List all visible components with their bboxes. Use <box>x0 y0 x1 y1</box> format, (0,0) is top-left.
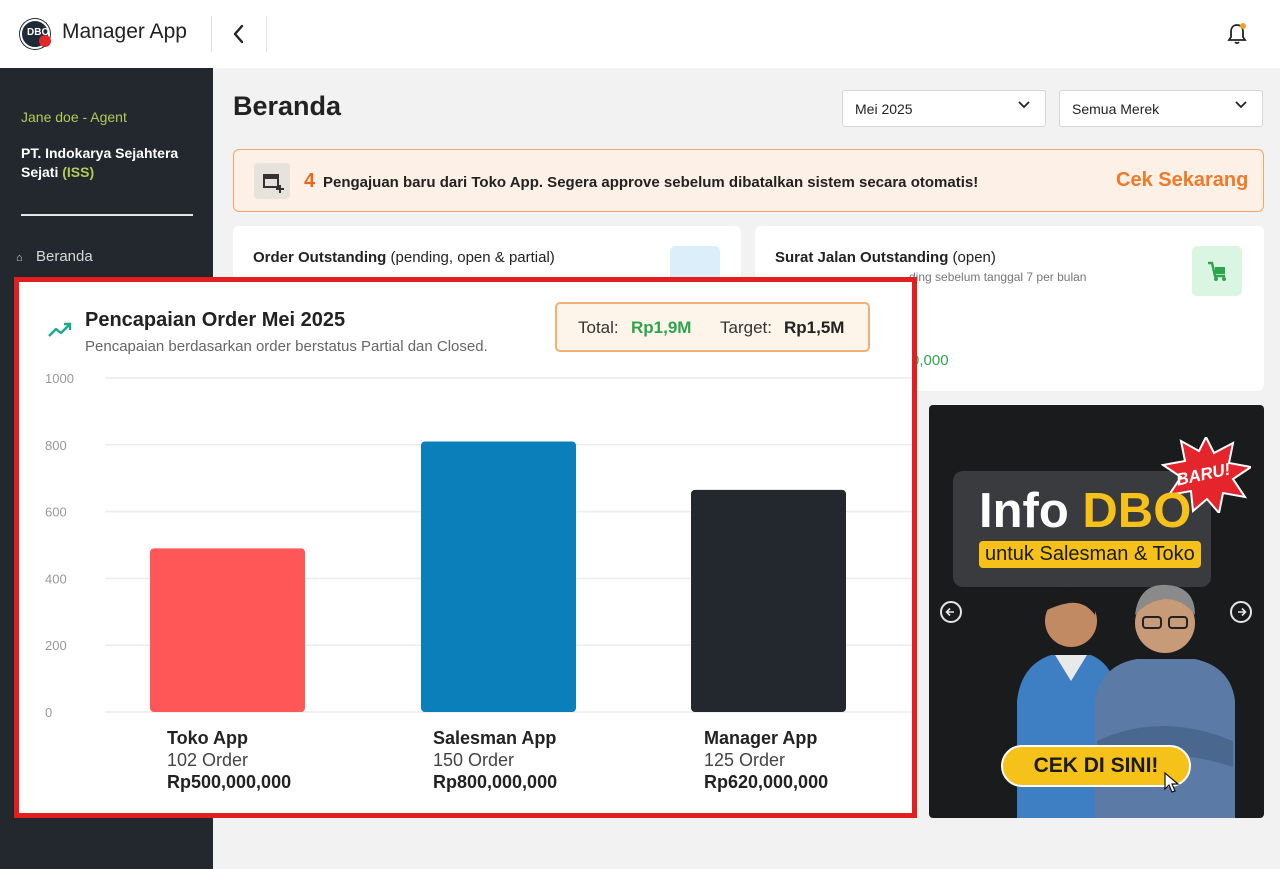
category-amount: Rp800,000,000 <box>433 772 558 792</box>
page-title: Beranda <box>233 91 342 121</box>
card-title-bold: Surat Jalan Outstanding <box>775 249 949 266</box>
month-select[interactable]: Mei 2025 <box>842 90 1046 127</box>
chevron-down-icon <box>1235 101 1247 109</box>
category-name: Salesman App <box>433 728 557 748</box>
sidebar-item-beranda[interactable]: ⌂ Beranda <box>16 248 93 265</box>
check-now-link[interactable]: Cek Sekarang <box>1116 169 1248 192</box>
top-bar: DBO Manager App <box>0 0 1280 68</box>
carousel-prev-button[interactable] <box>940 601 962 623</box>
y-tick-label: 200 <box>45 638 67 653</box>
logo-text: DBO <box>27 27 50 38</box>
banner-message: Pengajuan baru dari Toko App. Segera app… <box>323 174 979 191</box>
category-orders: 125 Order <box>704 750 786 770</box>
brand-select-value: Semua Merek <box>1072 101 1160 117</box>
app-logo: DBO <box>20 19 51 49</box>
category-amount: Rp500,000,000 <box>167 772 292 792</box>
pending-count: 4 <box>304 170 316 192</box>
card-title-rest: (open) <box>952 249 996 266</box>
notification-dot <box>1240 23 1246 29</box>
cart-icon <box>1192 246 1242 296</box>
order-achievement-panel: Pencapaian Order Mei 2025 Pencapaian ber… <box>14 277 917 818</box>
sidebar-divider <box>21 214 193 216</box>
promo-title-a: Info <box>979 484 1083 538</box>
category-name: Manager App <box>704 728 818 748</box>
chevron-down-icon <box>1018 101 1030 109</box>
promo-title: Info DBO <box>979 483 1191 539</box>
promo-title-b: DBO <box>1082 484 1192 538</box>
divider <box>266 16 267 52</box>
category-label: Salesman App 150 Order Rp800,000,000 <box>433 727 557 793</box>
arrow-left-icon <box>945 607 954 617</box>
company-code: (ISS) <box>62 164 95 180</box>
category-name: Toko App <box>167 728 248 748</box>
category-orders: 102 Order <box>167 750 249 770</box>
month-select-value: Mei 2025 <box>855 101 913 117</box>
card-subtitle: ding sebelum tanggal 7 per bulan <box>909 270 1087 284</box>
agent-name: Jane doe - Agent <box>21 109 127 125</box>
category-label: Toko App 102 Order Rp500,000,000 <box>167 727 291 793</box>
company-name: PT. Indokarya Sejahtera Sejati (ISS) <box>21 144 196 182</box>
y-tick-label: 800 <box>45 438 67 453</box>
promo-carousel[interactable]: BARU! Info DBO untuk Salesman & Toko CEK… <box>929 405 1264 818</box>
y-tick-label: 600 <box>45 505 67 520</box>
cursor-pointer-icon <box>1164 771 1180 793</box>
bar-salesman-app[interactable] <box>421 441 576 712</box>
company-label: PT. Indokarya Sejahtera Sejati <box>21 145 179 180</box>
card-title-rest: (pending, open & partial) <box>390 249 555 266</box>
divider <box>211 16 212 52</box>
brand-select[interactable]: Semua Merek <box>1059 90 1263 127</box>
sidebar-item-label: Beranda <box>36 248 93 265</box>
card-title: Surat Jalan Outstanding (open) <box>775 249 996 266</box>
store-add-icon <box>254 163 290 199</box>
y-tick-label: 0 <box>45 705 52 720</box>
bar-toko-app[interactable] <box>150 548 305 712</box>
chevron-left-icon <box>233 24 244 44</box>
card-title: Order Outstanding (pending, open & parti… <box>253 249 555 266</box>
category-amount: Rp620,000,000 <box>704 772 829 792</box>
pending-approval-banner: 4 Pengajuan baru dari Toko App. Segera a… <box>233 149 1264 212</box>
back-button[interactable] <box>226 20 252 48</box>
promo-subtitle: untuk Salesman & Toko <box>979 541 1201 568</box>
home-icon: ⌂ <box>16 252 23 264</box>
y-tick-label: 1000 <box>45 371 74 386</box>
card-title-bold: Order Outstanding <box>253 249 387 266</box>
y-tick-label: 400 <box>45 571 67 586</box>
app-title: Manager App <box>62 20 187 43</box>
category-orders: 150 Order <box>433 750 515 770</box>
bar-manager-app[interactable] <box>691 489 846 712</box>
category-label: Manager App 125 Order Rp620,000,000 <box>704 727 828 793</box>
